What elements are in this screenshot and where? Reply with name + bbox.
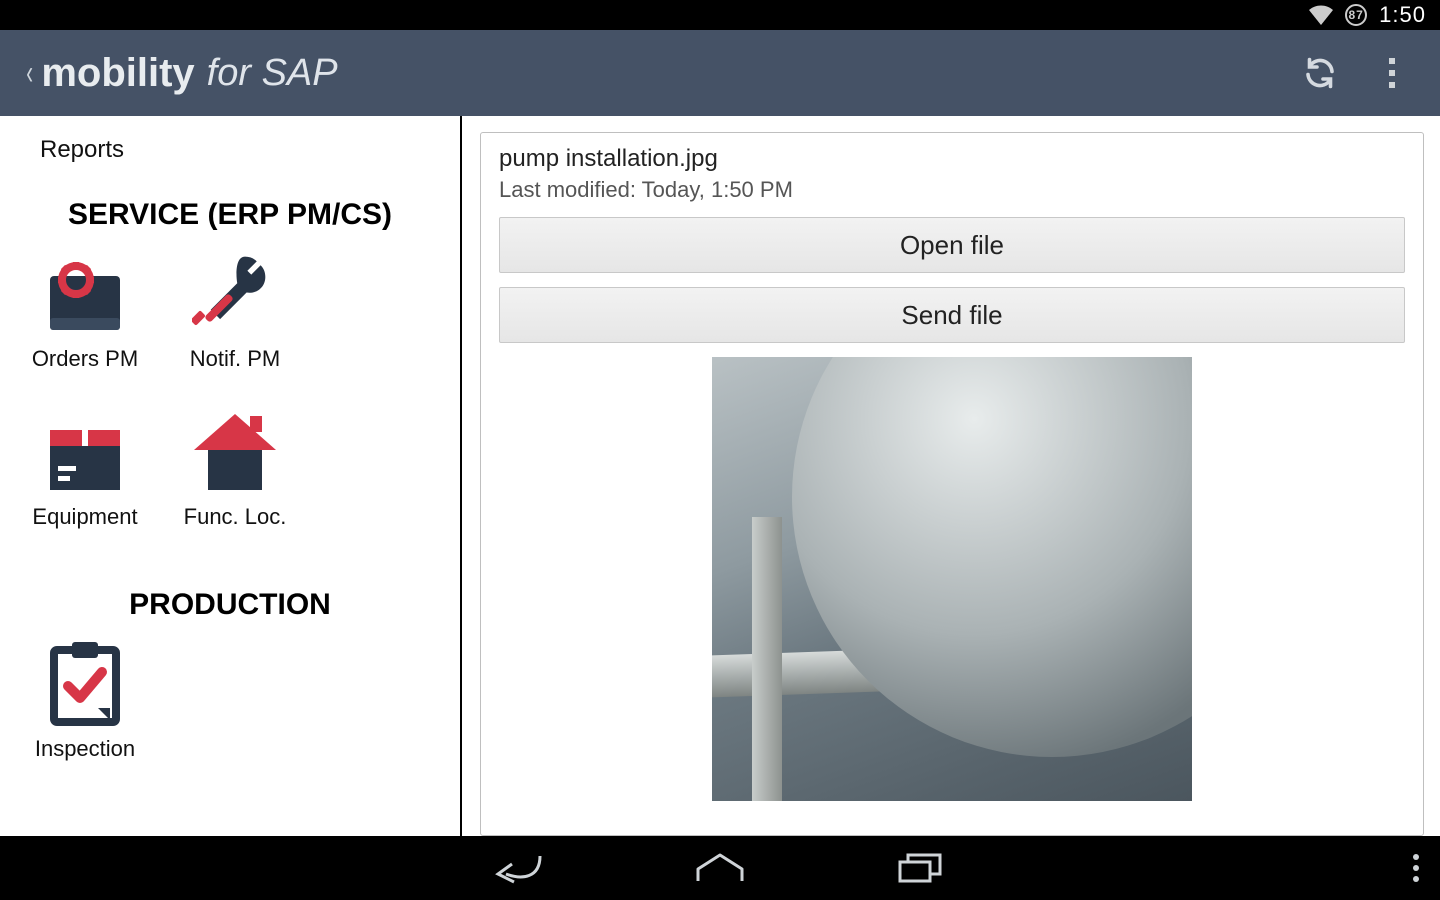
app-title-secondary: for SAP — [207, 52, 338, 95]
tile-equipment[interactable]: Equipment — [10, 408, 160, 530]
file-modified: Last modified: Today, 1:50 PM — [499, 177, 1405, 203]
send-file-button[interactable]: Send file — [499, 287, 1405, 343]
tile-label: Notif. PM — [160, 346, 310, 372]
nav-overflow-icon[interactable] — [1412, 836, 1420, 900]
house-icon — [160, 408, 310, 498]
status-time: 1:50 — [1379, 2, 1426, 28]
clipboard-check-icon — [10, 640, 160, 730]
nav-recents-icon[interactable] — [820, 836, 1020, 900]
app-bar: ‹ mobility for SAP — [0, 30, 1440, 116]
wrench-screwdriver-icon — [160, 250, 310, 340]
tile-label: Inspection — [10, 736, 160, 762]
tile-notif-pm[interactable]: Notif. PM — [160, 250, 310, 372]
tile-inspection[interactable]: Inspection — [10, 640, 160, 762]
sidebar: Reports SERVICE (ERP PM/CS) Orders PM — [0, 116, 462, 836]
android-nav-bar — [0, 836, 1440, 900]
tile-label: Func. Loc. — [160, 504, 310, 530]
tile-label: Equipment — [10, 504, 160, 530]
tile-label: Orders PM — [10, 346, 160, 372]
app-title-primary: mobility — [41, 51, 194, 96]
section-header-production: PRODUCTION — [0, 566, 460, 640]
nav-home-icon[interactable] — [620, 836, 820, 900]
box-package-icon — [10, 408, 160, 498]
section-header-service: SERVICE (ERP PM/CS) — [0, 176, 460, 250]
wifi-icon — [1309, 5, 1333, 25]
open-file-button[interactable]: Open file — [499, 217, 1405, 273]
file-name: pump installation.jpg — [499, 145, 1405, 173]
tile-orders-pm[interactable]: Orders PM — [10, 250, 160, 372]
overflow-menu-icon[interactable] — [1368, 49, 1416, 97]
file-details-pane: pump installation.jpg Last modified: Tod… — [480, 132, 1424, 836]
battery-icon: 87 — [1345, 4, 1367, 26]
file-preview-image — [712, 357, 1192, 801]
android-status-bar: 87 1:50 — [0, 0, 1440, 30]
tile-func-loc[interactable]: Func. Loc. — [160, 408, 310, 530]
sidebar-link-reports[interactable]: Reports — [0, 122, 460, 176]
nav-back-icon[interactable] — [420, 836, 620, 900]
orders-book-icon — [10, 250, 160, 340]
back-icon[interactable]: ‹ — [26, 54, 33, 93]
refresh-icon[interactable] — [1296, 49, 1344, 97]
main-content: pump installation.jpg Last modified: Tod… — [462, 116, 1440, 836]
